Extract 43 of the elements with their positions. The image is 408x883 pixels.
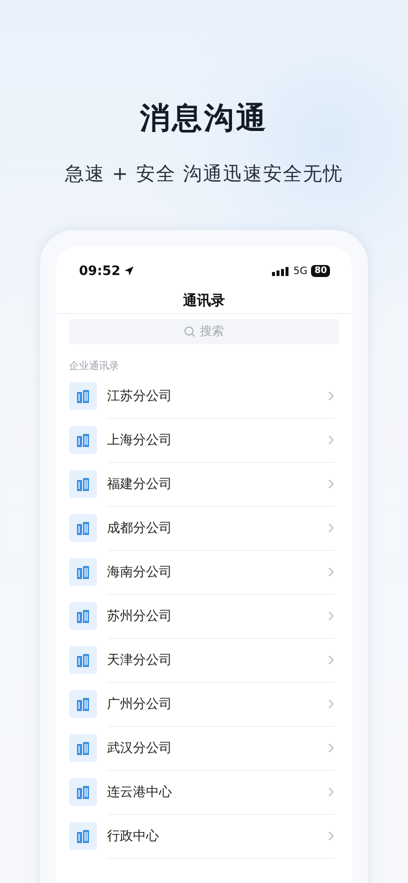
branch-name[interactable]: 武汉分公司 (107, 738, 328, 756)
chevron-right-icon (328, 698, 334, 708)
branch-name[interactable]: 成都分公司 (107, 518, 328, 536)
chevron-right-icon (328, 566, 334, 576)
chevron-right-icon (328, 390, 334, 400)
subtitle: 急速 + 安全 沟通迅速安全无忧 (64, 162, 344, 187)
page-title: 通讯录 (183, 292, 225, 311)
section-label: 企业通讯录 (68, 360, 120, 374)
building-icon (69, 602, 97, 630)
building-icon (69, 382, 97, 410)
chevron-right-icon (328, 742, 334, 752)
building-icon (69, 646, 97, 674)
status-time: 09:52 (79, 264, 120, 278)
search-icon (184, 326, 195, 337)
branch-name[interactable]: 江苏分公司 (107, 386, 328, 404)
chevron-right-icon (328, 434, 334, 444)
network-label: 5G (293, 266, 308, 276)
building-icon (69, 426, 97, 454)
branch-name[interactable]: 海南分公司 (107, 562, 328, 580)
chevron-right-icon (328, 654, 334, 664)
building-icon (69, 690, 97, 718)
location-arrow-icon (124, 266, 134, 276)
branch-name[interactable]: 上海分公司 (107, 430, 328, 448)
chevron-right-icon (328, 830, 334, 840)
chevron-right-icon (328, 522, 334, 532)
branch-name[interactable]: 广州分公司 (107, 694, 328, 712)
chevron-right-icon (328, 786, 334, 796)
building-icon (69, 734, 97, 762)
chevron-right-icon (328, 478, 334, 488)
headline: 消息沟通 (140, 100, 268, 138)
building-icon (69, 514, 97, 542)
building-icon (69, 470, 97, 498)
building-icon (69, 822, 97, 850)
chevron-right-icon (328, 610, 334, 620)
branch-name[interactable]: 连云港中心 (107, 782, 328, 800)
building-icon (69, 558, 97, 586)
battery-level: 80 (311, 265, 330, 277)
branch-name[interactable]: 天津分公司 (107, 650, 328, 668)
branch-name[interactable]: 苏州分公司 (107, 606, 328, 624)
building-icon (69, 778, 97, 806)
branch-name[interactable]: 行政中心 (107, 826, 328, 844)
signal-icon (272, 266, 290, 276)
branch-name[interactable]: 福建分公司 (107, 474, 328, 492)
